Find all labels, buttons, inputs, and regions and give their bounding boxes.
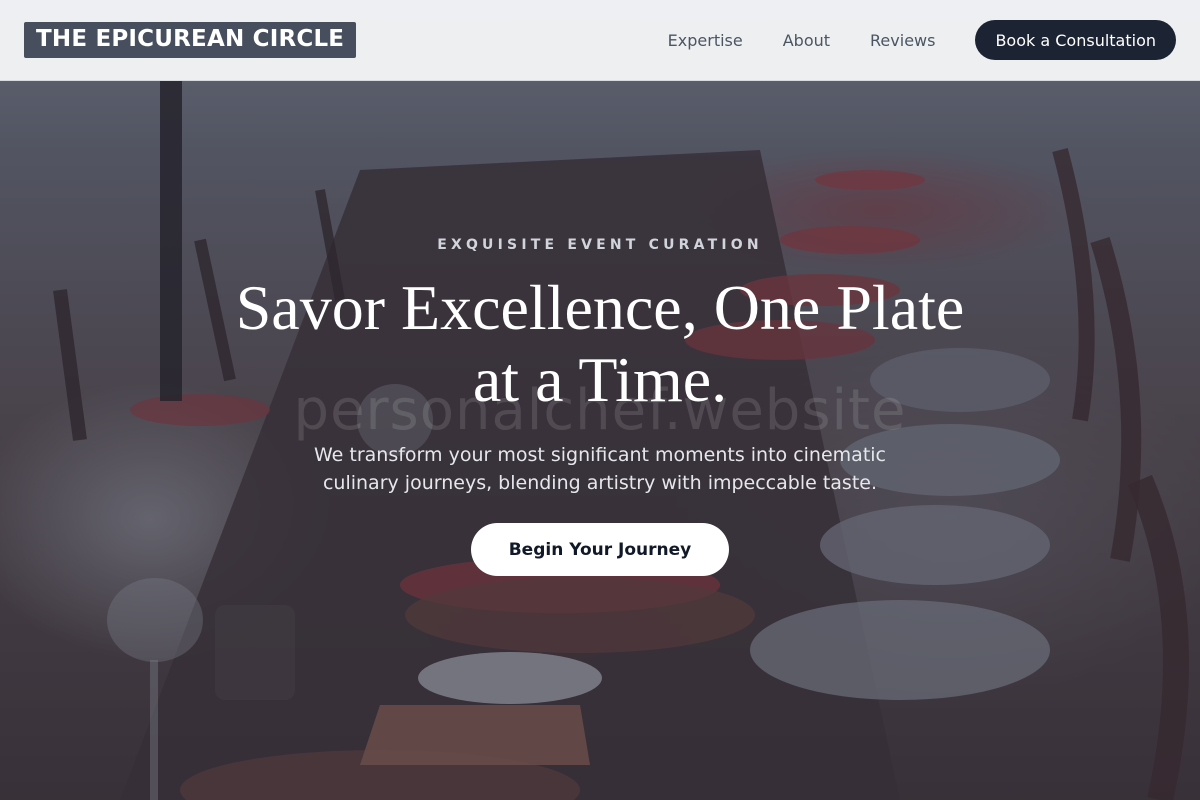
hero-subtitle: We transform your most significant momen… (290, 441, 910, 497)
hero-section: EXQUISITE EVENT CURATION Savor Excellenc… (0, 0, 1200, 800)
hero-subtitle-line-1: We transform your most significant momen… (314, 444, 886, 466)
watermark-text: personalchef.website (293, 378, 907, 443)
begin-journey-button[interactable]: Begin Your Journey (471, 523, 729, 576)
hero-subtitle-line-2: culinary journeys, blending artistry wit… (322, 472, 878, 494)
page: THE EPICUREAN CIRCLE Expertise About Rev… (0, 0, 1200, 800)
hero-eyebrow: EXQUISITE EVENT CURATION (437, 237, 763, 253)
hero-title-line-1: Savor Excellence, One Plate (235, 272, 965, 343)
